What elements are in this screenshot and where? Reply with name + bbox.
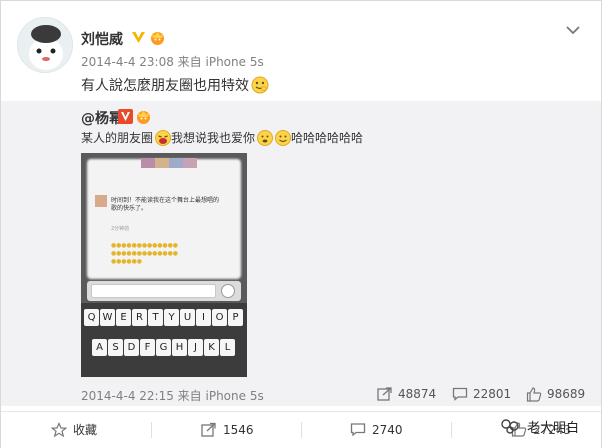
favorite-button[interactable]: 收藏	[51, 411, 97, 448]
image-smile-icon	[221, 284, 235, 298]
image-key: F	[140, 339, 155, 356]
image-key: D	[124, 339, 139, 356]
like-icon	[526, 386, 542, 402]
image-chat-text: 时间到！不能读我在这个舞台上最想唱的歌的快乐了。	[111, 197, 220, 212]
blurred-block	[155, 158, 169, 168]
emoji-icon	[257, 130, 274, 149]
emoji-icon	[275, 130, 292, 149]
image-key: S	[108, 339, 123, 356]
emoji-icon	[251, 76, 269, 98]
divider	[301, 422, 302, 438]
author-name[interactable]: 刘恺威	[81, 29, 123, 49]
blurred-block	[141, 158, 155, 168]
comment-icon	[350, 423, 366, 437]
image-key: T	[148, 309, 163, 326]
divider	[451, 422, 452, 438]
forward-button[interactable]: 1546	[201, 411, 254, 448]
repost-forward-label: 48874	[398, 387, 437, 401]
emoji-icon	[155, 130, 172, 149]
image-key: G	[156, 339, 171, 356]
forward-icon	[377, 387, 392, 401]
emoji-row: ● ● ● ● ● ● ● ● ● ● ● ● ●	[111, 250, 178, 257]
post-meta: 2014-4-4 23:08 来自 iPhone 5s	[81, 55, 264, 69]
blurred-block	[183, 158, 197, 168]
image-key: H	[172, 339, 187, 356]
repost-text-middle: 我想说我也爱你	[171, 131, 256, 145]
repost-text: 某人的朋友圈 我想说我也爱你 哈哈哈哈哈哈	[81, 129, 363, 149]
watermark-text: 老大明白	[527, 420, 580, 436]
post-text: 有人說怎麼朋友圈也用特效	[81, 75, 269, 98]
watermark: 老大明白	[499, 415, 579, 437]
repost-comment-count[interactable]: 22801	[452, 386, 511, 402]
comment-icon	[452, 387, 468, 401]
repost-like-count[interactable]: 98689	[526, 386, 585, 402]
blurred-block	[169, 158, 183, 168]
favorite-label: 收藏	[73, 423, 98, 437]
chevron-down-icon[interactable]	[565, 21, 581, 35]
verified-icon	[131, 30, 146, 45]
comment-button[interactable]: 2740	[350, 411, 403, 448]
repost-image[interactable]: 时间到！不能读我在这个舞台上最想唱的歌的快乐了。 2分钟前 ● ● ● ● ● …	[81, 153, 247, 377]
wechat-logo-icon	[501, 419, 519, 434]
image-key: I	[196, 309, 211, 326]
weibo-card: 刘恺威 2014-4-4 23:08 来自 iPhone 5s 有人說怎麼朋友圈…	[0, 0, 602, 448]
emoji-row: ● ● ● ● ● ●	[111, 258, 142, 265]
repost-text-before: 某人的朋友圈	[81, 131, 154, 145]
repost-author[interactable]: @杨幂	[81, 108, 123, 128]
image-key: P	[228, 309, 243, 326]
image-chat-time: 2分钟前	[111, 226, 130, 232]
image-emoji-rows: ● ● ● ● ● ● ● ● ● ● ● ● ● ● ● ● ● ● ● ● …	[111, 242, 178, 266]
repost-meta: 2014-4-4 22:15 来自 iPhone 5s	[81, 389, 264, 403]
emoji-row: ● ● ● ● ● ● ● ● ● ● ● ● ●	[111, 242, 178, 249]
avatar[interactable]	[17, 17, 73, 73]
blurred-avatar	[95, 195, 107, 207]
favorite-icon	[51, 421, 67, 437]
image-key: E	[116, 309, 131, 326]
image-key: O	[212, 309, 227, 326]
repost-comment-label: 22801	[473, 387, 512, 401]
verified-icon	[118, 109, 133, 124]
image-key: Y	[164, 309, 179, 326]
image-key: A	[92, 339, 107, 356]
divider	[151, 422, 152, 438]
image-input	[91, 284, 216, 298]
forward-icon	[201, 422, 216, 437]
forward-count: 1546	[223, 422, 254, 437]
repost-like-label: 98689	[547, 387, 586, 401]
image-key: U	[180, 309, 195, 326]
post-text-content: 有人說怎麼朋友圈也用特效	[81, 78, 249, 94]
image-key: J	[188, 339, 203, 356]
image-key: L	[220, 339, 235, 356]
repost-text-after: 哈哈哈哈哈哈	[291, 131, 364, 145]
vip-icon[interactable]	[149, 30, 166, 45]
vip-icon[interactable]	[135, 109, 152, 124]
image-key: Q	[84, 309, 99, 326]
repost-forward-count[interactable]: 48874	[377, 386, 436, 402]
image-key: W	[100, 309, 115, 326]
image-key: K	[204, 339, 219, 356]
image-key: R	[132, 309, 147, 326]
comment-count: 2740	[372, 422, 403, 437]
